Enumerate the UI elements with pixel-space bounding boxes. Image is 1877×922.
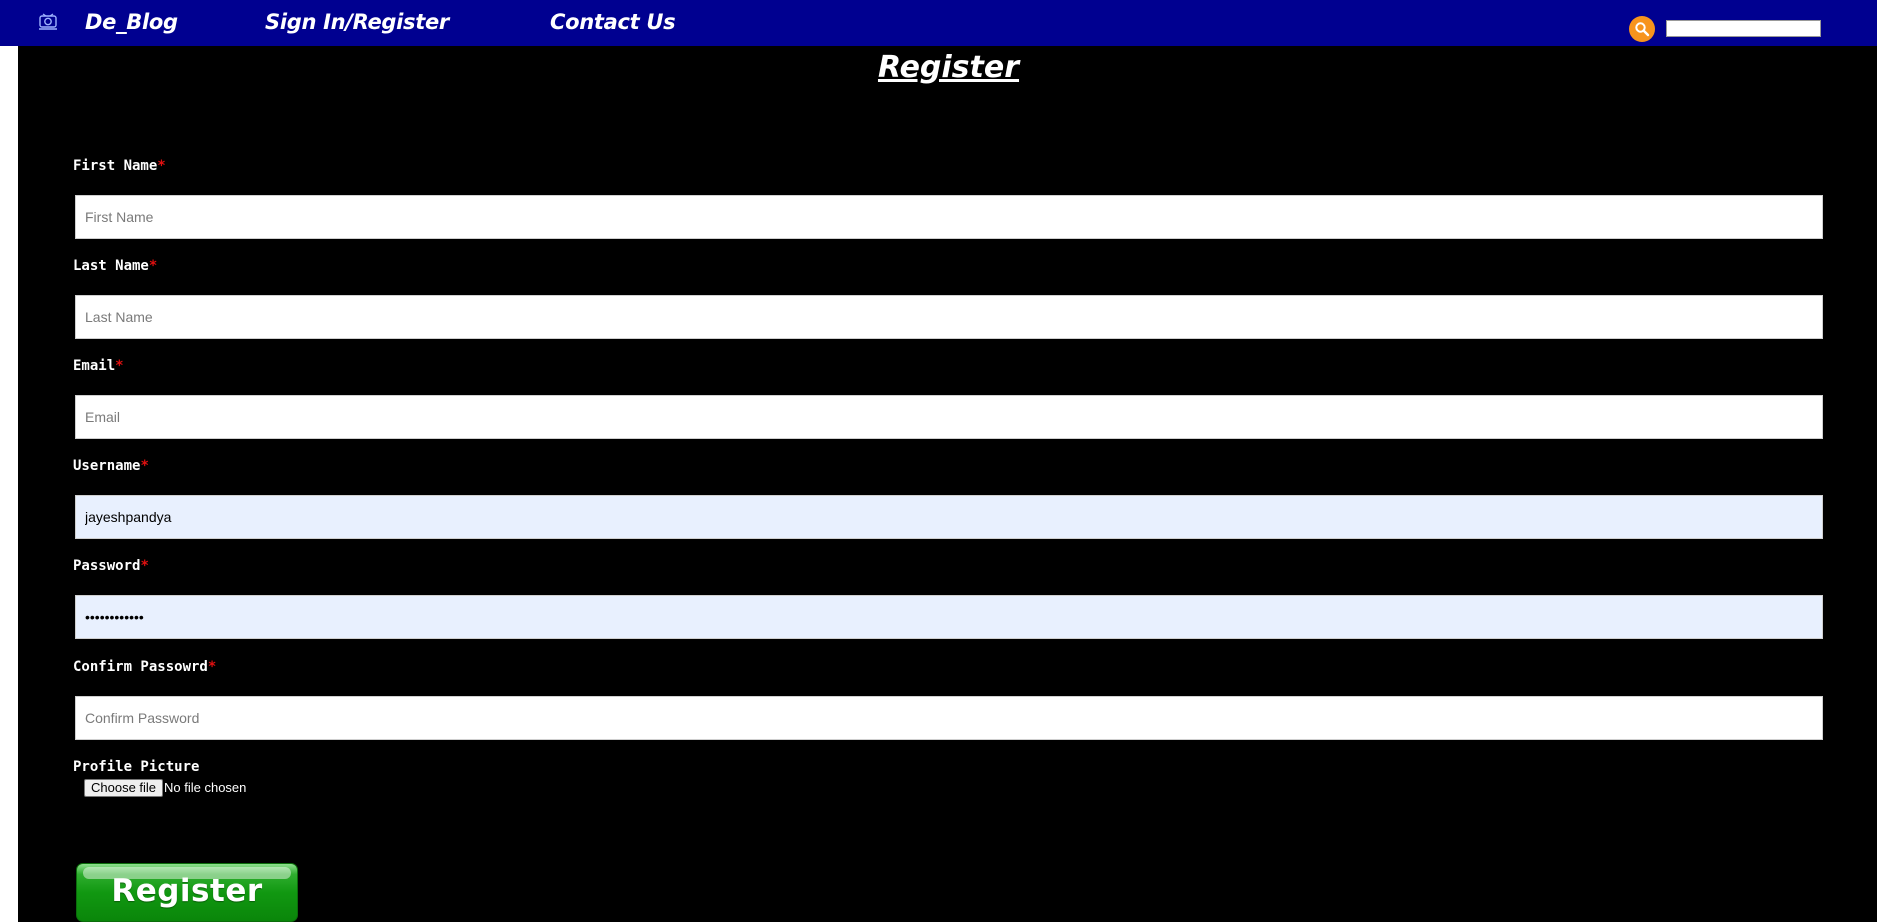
top-navbar: De_Blog Sign In/Register Contact Us — [0, 0, 1877, 46]
username-label: Username* — [73, 458, 149, 474]
register-button[interactable]: Register — [76, 863, 298, 922]
register-button-label: Register — [111, 873, 263, 909]
password-label: Password* — [73, 558, 149, 574]
first-name-label: First Name* — [73, 158, 166, 174]
confirm-password-input[interactable] — [75, 696, 1823, 740]
required-marker: * — [115, 358, 124, 374]
logo-icon[interactable] — [38, 12, 58, 32]
register-panel: Register First Name* Last Name* Email* U… — [18, 46, 1877, 922]
file-status-text: No file chosen — [164, 780, 247, 795]
required-marker: * — [140, 558, 149, 574]
brand-link[interactable]: De_Blog — [85, 10, 178, 34]
last-name-label: Last Name* — [73, 258, 158, 274]
nav-link-contact-us[interactable]: Contact Us — [550, 10, 676, 34]
profile-picture-label: Profile Picture — [73, 759, 200, 775]
required-marker: * — [148, 258, 158, 274]
email-input[interactable] — [75, 395, 1823, 439]
email-label: Email* — [73, 358, 124, 374]
choose-file-button[interactable]: Choose file — [84, 779, 164, 797]
username-input[interactable] — [75, 495, 1823, 539]
password-input[interactable] — [75, 595, 1823, 639]
nav-link-sign-in-register[interactable]: Sign In/Register — [265, 10, 449, 34]
search-input[interactable] — [1666, 20, 1821, 37]
first-name-input[interactable] — [75, 195, 1823, 239]
required-marker: * — [140, 458, 149, 474]
search-button[interactable] — [1629, 16, 1655, 42]
page-title: Register — [877, 50, 1020, 85]
required-marker: * — [157, 158, 166, 174]
last-name-input[interactable] — [75, 295, 1823, 339]
required-marker: * — [207, 659, 217, 675]
search-icon — [1635, 22, 1650, 37]
confirm-password-label: Confirm Passowrd* — [73, 659, 217, 675]
